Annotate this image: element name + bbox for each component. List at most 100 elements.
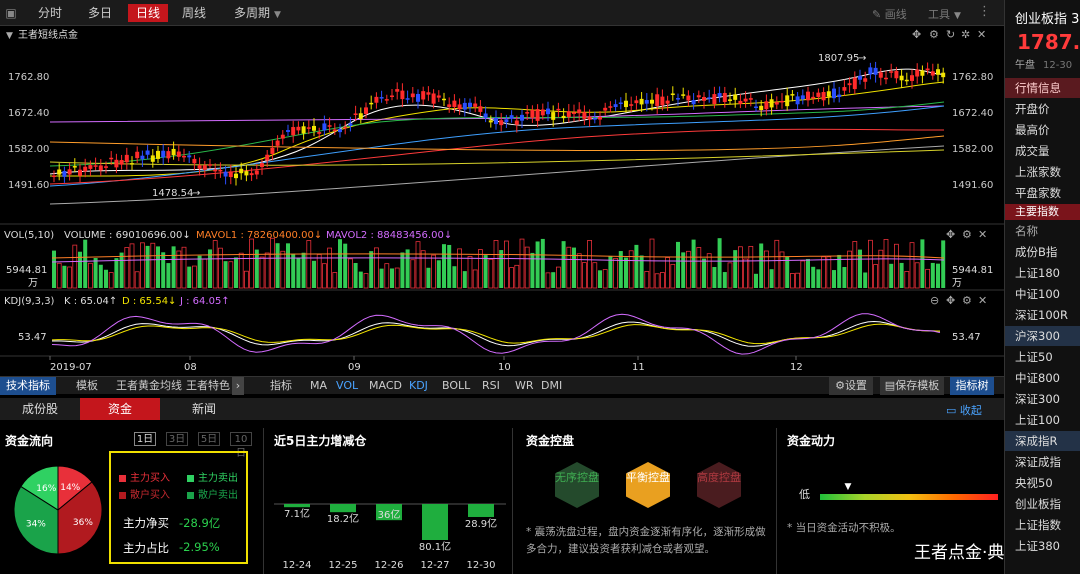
quote-item-2[interactable]: 最高价 [1005, 120, 1080, 140]
quote-item-22[interactable]: 上证380 [1005, 536, 1080, 556]
quote-item-12[interactable]: 沪深300 [1005, 326, 1080, 346]
indicator-ma[interactable]: MA [310, 377, 327, 395]
tab-golden-ma[interactable]: 王者黄金均线 [116, 377, 182, 395]
candle [629, 104, 634, 106]
tab-special[interactable]: 王者特色 [186, 377, 230, 395]
candle [499, 120, 504, 126]
tab-news[interactable]: 新闻 [164, 398, 244, 420]
quote-item-1[interactable]: 开盘价 [1005, 99, 1080, 119]
quote-item-11[interactable]: 深证100R [1005, 305, 1080, 325]
collapse-button[interactable]: ▭ 收起 [946, 402, 982, 418]
period-1d-button[interactable]: 1日 [134, 432, 156, 446]
settings-button[interactable]: ⚙设置 [829, 377, 873, 395]
momentum-note: * 当日资金活动不积极。 [787, 522, 901, 534]
period-3d-button[interactable]: 3日 [166, 432, 188, 446]
capital-pie-chart: 14% 36% 34% 16% [13, 465, 103, 555]
indicator-wr[interactable]: WR [515, 377, 534, 395]
tools-button[interactable]: 工具 ▼ [928, 6, 961, 22]
candle [592, 118, 597, 120]
quote-item-19[interactable]: 央视50 [1005, 473, 1080, 493]
volume-bar [530, 252, 535, 288]
kline-chart[interactable]: ▼ 王者短线点金 ✥ ⚙ ↻ ✲ ✕ 1762.80 1672.40 1582.00… [0, 26, 1004, 376]
quote-item-8[interactable]: 成份B指 [1005, 242, 1080, 262]
close-icon[interactable]: ✕ [978, 228, 987, 241]
candle [452, 100, 457, 107]
period-5d-button[interactable]: 5日 [198, 432, 220, 446]
candle [416, 93, 420, 102]
gear-icon[interactable]: ✲ [961, 28, 970, 41]
quote-item-13[interactable]: 上证50 [1005, 347, 1080, 367]
collapse-icon[interactable]: ⊖ [930, 294, 939, 307]
indicator-tree-button[interactable]: 指标树 [950, 377, 994, 395]
quote-item-4[interactable]: 上涨家数 [1005, 162, 1080, 182]
indicator-dmi[interactable]: DMI [541, 377, 562, 395]
quote-item-0[interactable]: 行情信息 [1005, 78, 1080, 98]
quote-item-7[interactable]: 名称 [1005, 221, 1080, 241]
indicator-macd[interactable]: MACD [369, 377, 402, 395]
chevron-right-icon[interactable]: › [232, 377, 244, 395]
candle [608, 106, 613, 108]
candle [197, 165, 202, 169]
time-tick-label: 08 [184, 362, 197, 373]
volume-bar [52, 250, 56, 288]
volume-bar [291, 253, 296, 288]
period-10d-button[interactable]: 10日 [230, 432, 252, 459]
time-tick-label: 11 [632, 362, 645, 373]
volume-bar [83, 239, 88, 288]
legend-swatch [119, 491, 126, 499]
quote-item-9[interactable]: 上证180 [1005, 263, 1080, 283]
candle [738, 100, 743, 104]
indicator-kdj[interactable]: KDJ [409, 377, 428, 395]
indicator-boll[interactable]: BOLL [442, 377, 470, 395]
volume-bar [863, 272, 868, 288]
quote-item-14[interactable]: 中证800 [1005, 368, 1080, 388]
collapse-icon[interactable]: ▼ [6, 31, 13, 41]
settings-icon[interactable]: ⚙ [962, 294, 972, 307]
move-icon[interactable]: ✥ [912, 28, 921, 41]
tab-template[interactable]: 模板 [76, 377, 98, 395]
quote-item-18[interactable]: 深证成指 [1005, 452, 1080, 472]
candle [62, 170, 67, 177]
close-icon[interactable]: ✕ [977, 28, 986, 41]
tab-duori[interactable]: 多日 [80, 4, 120, 22]
tab-constituents[interactable]: 成份股 [0, 398, 80, 420]
draw-line-button[interactable]: ✎ 画线 [872, 6, 907, 22]
refresh-icon[interactable]: ↻ [946, 28, 955, 41]
quote-item-15[interactable]: 深证300 [1005, 389, 1080, 409]
quote-item-16[interactable]: 上证100 [1005, 410, 1080, 430]
candle [660, 96, 665, 106]
indicator-vol[interactable]: VOL [336, 377, 358, 395]
sidebar-toggle-icon[interactable]: ▣ [0, 4, 22, 22]
tab-capital[interactable]: 资金 [80, 398, 160, 420]
candle [260, 163, 264, 168]
quote-item-6[interactable]: 主要指数 [1005, 204, 1080, 220]
move-icon[interactable]: ✥ [946, 294, 955, 307]
quote-item-20[interactable]: 创业板指 [1005, 494, 1080, 514]
candle [613, 104, 618, 107]
quote-item-10[interactable]: 中证100 [1005, 284, 1080, 304]
vol-title: VOL(5,10) [4, 230, 54, 241]
volume-bar [338, 239, 342, 288]
tab-rixian[interactable]: 日线 [128, 4, 169, 22]
volume-bar [369, 251, 374, 288]
indicator-rsi[interactable]: RSI [482, 377, 500, 395]
tab-tech-indicators[interactable]: 技术指标 [0, 377, 56, 395]
quote-item-3[interactable]: 成交量 [1005, 141, 1080, 161]
move-icon[interactable]: ✥ [946, 228, 955, 241]
settings-icon[interactable]: ⚙ [929, 28, 939, 41]
more-icon[interactable]: ⋮ [978, 4, 991, 19]
candle [83, 166, 88, 172]
tab-fenshi[interactable]: 分时 [30, 4, 70, 22]
momentum-gauge [820, 494, 998, 500]
quote-item-17[interactable]: 深成指R [1005, 431, 1080, 451]
tab-zhouxian[interactable]: 周线 [174, 4, 214, 22]
settings-icon[interactable]: ⚙ [962, 228, 972, 241]
close-icon[interactable]: ✕ [978, 294, 987, 307]
save-template-button[interactable]: ▤保存模板 [880, 377, 944, 395]
quote-item-5[interactable]: 平盘家数 [1005, 183, 1080, 203]
candle [410, 93, 415, 98]
five-day-title: 近5日主力增减仓 [274, 434, 367, 448]
tab-multi-period[interactable]: 多周期 ▼ [226, 4, 289, 22]
quote-item-21[interactable]: 上证指数 [1005, 515, 1080, 535]
volume-bar [234, 257, 238, 288]
